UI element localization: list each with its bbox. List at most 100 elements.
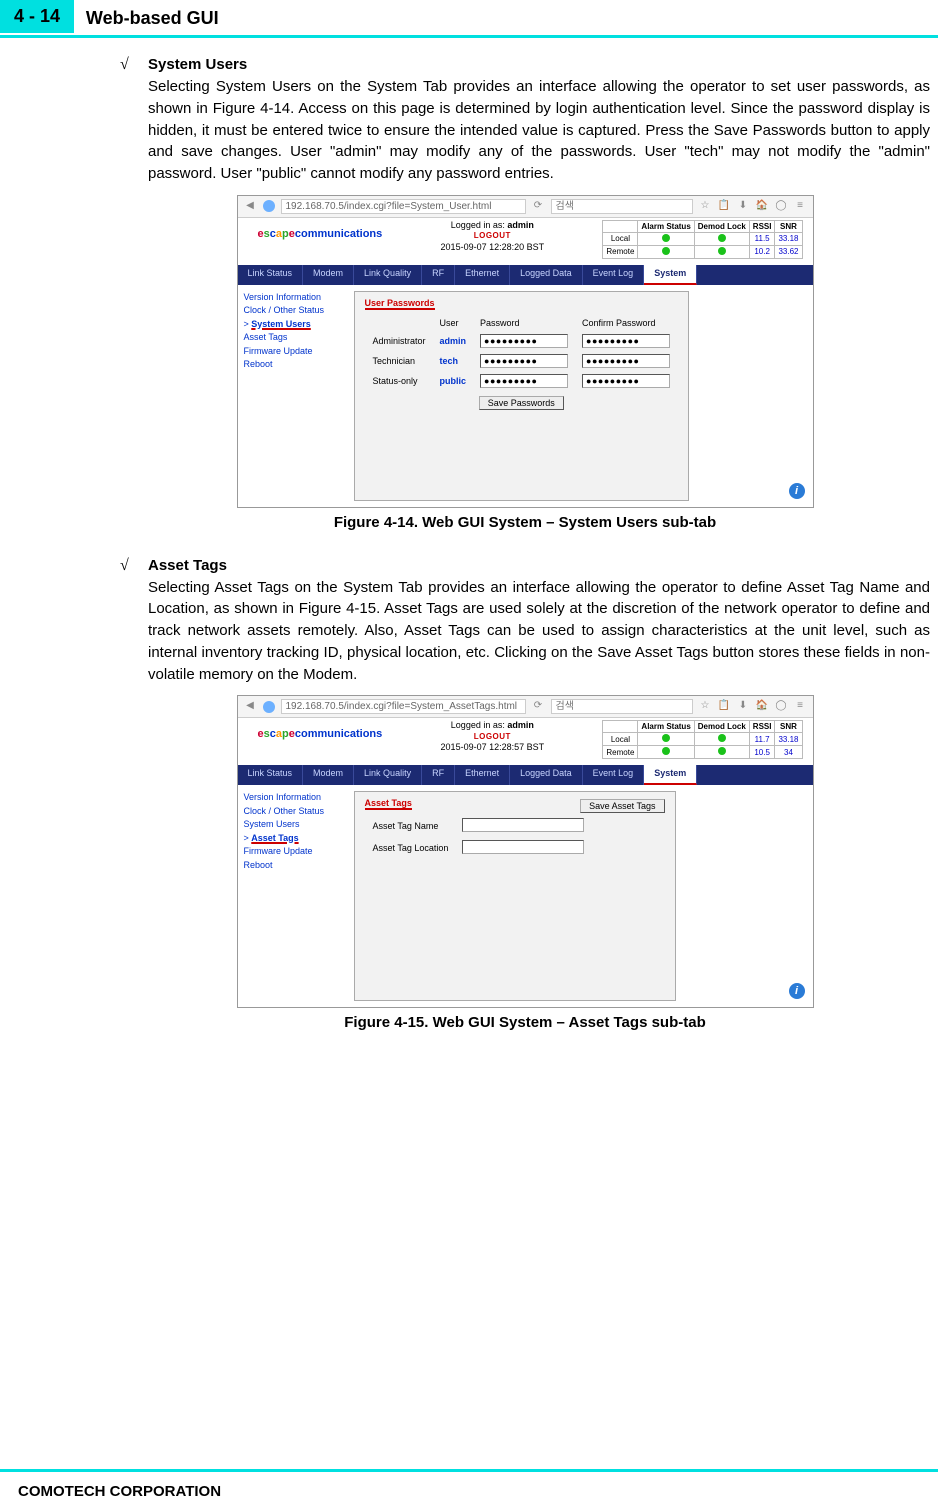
menu-system-users[interactable]: System Users [244,818,354,832]
logout-link[interactable]: LOGOUT [441,231,545,241]
url-bar[interactable] [281,199,526,214]
tab-system[interactable]: System [644,765,697,785]
reload-icon[interactable]: ⟳ [532,700,545,713]
remote-snr: 33.62 [775,245,802,258]
star-icon[interactable]: ☆ [699,700,712,713]
user-passwords-form: User Passwords User Password Confirm Pas… [354,291,690,501]
nav-tabs: Link Status Modem Link Quality RF Ethern… [238,265,813,285]
bullet-check-icon: √ [120,557,148,575]
col-password: Password [474,316,574,330]
led-icon [662,234,670,242]
tab-system[interactable]: System [644,265,697,285]
led-icon [662,734,670,742]
tab-event-log[interactable]: Event Log [583,265,645,285]
confirm-password-field[interactable]: ●●●●●●●●● [582,354,670,368]
menu-firmware-update[interactable]: Firmware Update [244,845,354,859]
tab-rf[interactable]: RF [422,265,455,285]
nav-back-icon[interactable]: ◀ [244,700,257,713]
menu-icon[interactable]: ≡ [794,700,807,713]
tab-modem[interactable]: Modem [303,265,354,285]
tab-modem[interactable]: Modem [303,765,354,785]
download-icon[interactable]: ⬇ [737,200,750,213]
section-system-users-heading: √ System Users [120,56,930,74]
tab-logged-data[interactable]: Logged Data [510,765,583,785]
password-field[interactable]: ●●●●●●●●● [480,334,568,348]
menu-icon[interactable]: ≡ [794,200,807,213]
menu-version-info[interactable]: Version Information [244,291,354,305]
home-icon[interactable]: 🏠 [756,700,769,713]
logout-link[interactable]: LOGOUT [441,732,545,742]
footer-divider [0,1469,938,1472]
download-icon[interactable]: ⬇ [737,700,750,713]
info-icon[interactable]: i [789,983,805,999]
logged-in-user: admin [507,720,534,730]
table-row: Asset Tag Location [367,838,591,858]
menu-clock-status[interactable]: Clock / Other Status [244,805,354,819]
info-icon[interactable]: i [789,483,805,499]
menu-clock-status[interactable]: Clock / Other Status [244,304,354,318]
table-row: Status-only public ●●●●●●●●● ●●●●●●●●● [367,372,677,390]
tab-ethernet[interactable]: Ethernet [455,265,510,285]
col-rssi: RSSI [749,721,775,733]
tab-ethernet[interactable]: Ethernet [455,765,510,785]
logged-in-label: Logged in as: [451,220,508,230]
globe-icon [263,701,275,713]
status-table: Alarm Status Demod Lock RSSI SNR Local 1… [602,720,802,759]
menu-asset-tags[interactable]: Asset Tags [244,331,354,345]
menu-system-users[interactable]: > System Users [244,318,354,332]
local-snr: 33.18 [775,232,802,245]
menu-asset-tags[interactable]: > Asset Tags [244,832,354,846]
asset-tag-name-input[interactable] [462,818,584,832]
search-input[interactable] [551,699,693,714]
star-icon[interactable]: ☆ [699,200,712,213]
menu-firmware-update[interactable]: Firmware Update [244,345,354,359]
asset-tag-location-input[interactable] [462,840,584,854]
col-demod-lock: Demod Lock [694,721,749,733]
led-icon [718,234,726,242]
menu-reboot[interactable]: Reboot [244,358,354,372]
confirm-password-field[interactable]: ●●●●●●●●● [582,374,670,388]
table-row: Technician tech ●●●●●●●●● ●●●●●●●●● [367,352,677,370]
logged-in-label: Logged in as: [451,720,508,730]
home-icon[interactable]: 🏠 [756,200,769,213]
tab-link-quality[interactable]: Link Quality [354,265,422,285]
col-rssi: RSSI [749,220,775,232]
clipboard-icon[interactable]: 📋 [718,200,731,213]
asset-tags-form: Asset Tags Save Asset Tags Asset Tag Nam… [354,791,676,1001]
local-snr: 33.18 [775,733,802,746]
form-title: Asset Tags [365,798,412,810]
sync-icon[interactable]: ◯ [775,200,788,213]
user-public: public [440,376,467,386]
save-passwords-button[interactable]: Save Passwords [479,396,564,410]
tab-event-log[interactable]: Event Log [583,765,645,785]
menu-reboot[interactable]: Reboot [244,859,354,873]
tab-link-status[interactable]: Link Status [238,265,304,285]
save-asset-tags-button[interactable]: Save Asset Tags [580,799,664,813]
url-bar[interactable] [281,699,526,714]
form-title: User Passwords [365,298,435,310]
tab-rf[interactable]: RF [422,765,455,785]
nav-back-icon[interactable]: ◀ [244,200,257,213]
menu-version-info[interactable]: Version Information [244,791,354,805]
confirm-password-field[interactable]: ●●●●●●●●● [582,334,670,348]
clipboard-icon[interactable]: 📋 [718,700,731,713]
password-field[interactable]: ●●●●●●●●● [480,354,568,368]
col-user: User [434,316,473,330]
password-field[interactable]: ●●●●●●●●● [480,374,568,388]
sync-icon[interactable]: ◯ [775,700,788,713]
login-status: Logged in as: admin LOGOUT 2015-09-07 12… [441,720,545,754]
tab-logged-data[interactable]: Logged Data [510,265,583,285]
tab-link-quality[interactable]: Link Quality [354,765,422,785]
search-input[interactable] [551,199,693,214]
page: 4 - 14 Web-based GUI √ System Users Sele… [0,0,938,1512]
led-icon [718,747,726,755]
panel-body: Version Information Clock / Other Status… [238,785,813,1007]
led-icon [718,734,726,742]
page-number-tab: 4 - 14 [0,0,74,33]
reload-icon[interactable]: ⟳ [532,200,545,213]
status-table: Alarm Status Demod Lock RSSI SNR Local 1… [602,220,802,259]
page-title: Web-based GUI [86,8,219,29]
row-local-label: Local [603,232,638,245]
tab-link-status[interactable]: Link Status [238,765,304,785]
side-menu: Version Information Clock / Other Status… [244,791,354,1001]
